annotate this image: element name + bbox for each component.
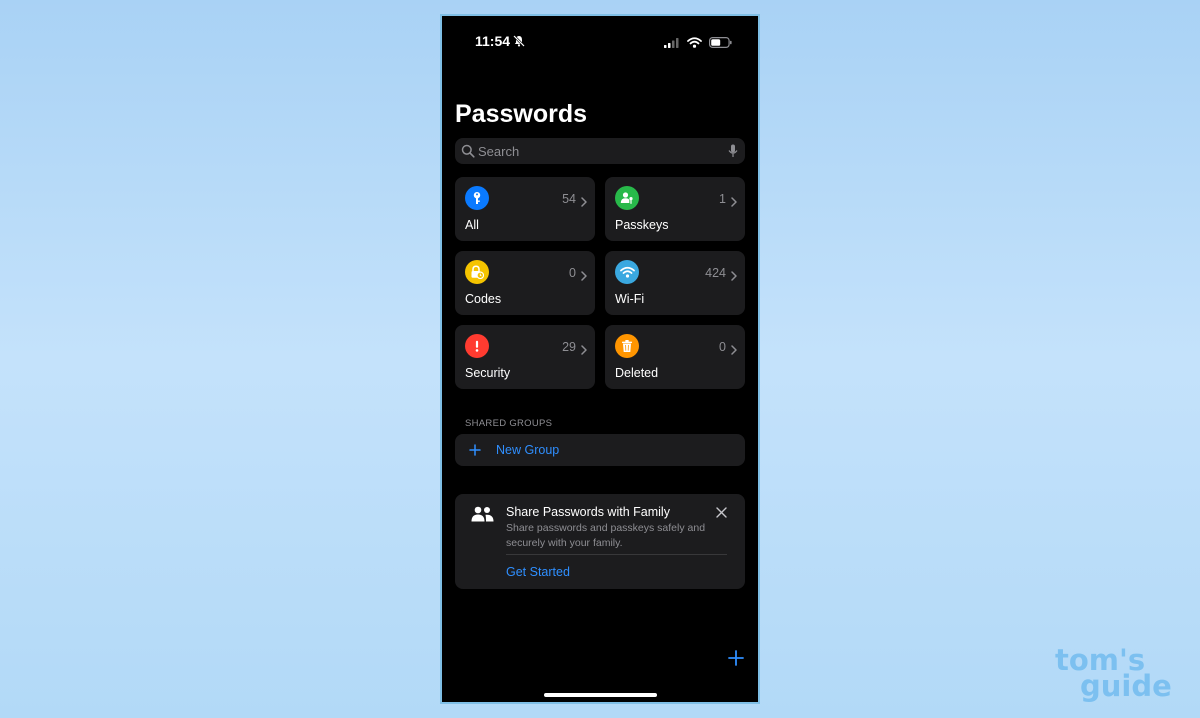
tile-count: 29 [562, 340, 576, 354]
tile-count: 0 [719, 340, 726, 354]
chevron-right-icon [731, 342, 737, 360]
chevron-right-icon [731, 268, 737, 286]
add-password-button[interactable] [728, 650, 744, 671]
trash-icon [615, 334, 639, 358]
tile-label: Passkeys [615, 218, 669, 232]
share-family-card: Share Passwords with Family Share passwo… [455, 494, 745, 589]
status-bar: 11:54 [442, 16, 758, 68]
new-group-label: New Group [496, 443, 560, 457]
tile-wifi[interactable]: 424 Wi-Fi [605, 251, 745, 315]
wifi-icon [615, 260, 639, 284]
tile-count: 1 [719, 192, 726, 206]
tile-all[interactable]: 54 All [455, 177, 595, 241]
home-indicator [544, 693, 657, 697]
tile-label: All [465, 218, 479, 232]
key-icon [465, 186, 489, 210]
tile-label: Codes [465, 292, 502, 306]
tile-passkeys[interactable]: 1 Passkeys [605, 177, 745, 241]
tile-count: 54 [562, 192, 576, 206]
cellular-signal-icon [664, 35, 680, 53]
section-header-shared-groups: SHARED GROUPS [465, 418, 553, 429]
status-time: 11:54 [475, 33, 511, 49]
search-icon [461, 144, 475, 163]
chevron-right-icon [581, 194, 587, 212]
share-card-title: Share Passwords with Family [506, 505, 670, 519]
people-icon [471, 506, 494, 527]
lock-clock-icon [465, 260, 489, 284]
share-card-description: Share passwords and passkeys safely and … [506, 522, 706, 549]
plus-icon [469, 443, 481, 461]
tile-deleted[interactable]: 0 Deleted [605, 325, 745, 389]
bell-muted-icon [513, 34, 525, 52]
page-title: Passwords [455, 100, 588, 128]
tile-count: 424 [705, 266, 726, 280]
search-placeholder: Search [478, 144, 520, 159]
tile-label: Deleted [615, 366, 659, 380]
phone-screen: 11:54 Passwords Search 54 All 1 Passkeys… [440, 14, 760, 704]
exclamation-icon [465, 334, 489, 358]
toms-guide-logo: tom's guide [1055, 646, 1172, 701]
chevron-right-icon [731, 194, 737, 212]
tile-count: 0 [569, 266, 576, 280]
tile-label: Security [465, 366, 511, 380]
tile-security[interactable]: 29 Security [455, 325, 595, 389]
search-bar[interactable]: Search [455, 138, 745, 164]
chevron-right-icon [581, 342, 587, 360]
tile-label: Wi-Fi [615, 292, 645, 306]
card-divider [506, 554, 727, 555]
wifi-status-icon [687, 35, 702, 53]
microphone-icon[interactable] [728, 144, 738, 163]
tile-codes[interactable]: 0 Codes [455, 251, 595, 315]
battery-icon [709, 35, 732, 53]
chevron-right-icon [581, 268, 587, 286]
get-started-button[interactable]: Get Started [506, 565, 570, 579]
new-group-button[interactable]: New Group [455, 434, 745, 466]
close-icon[interactable] [716, 505, 727, 523]
person-key-icon [615, 186, 639, 210]
